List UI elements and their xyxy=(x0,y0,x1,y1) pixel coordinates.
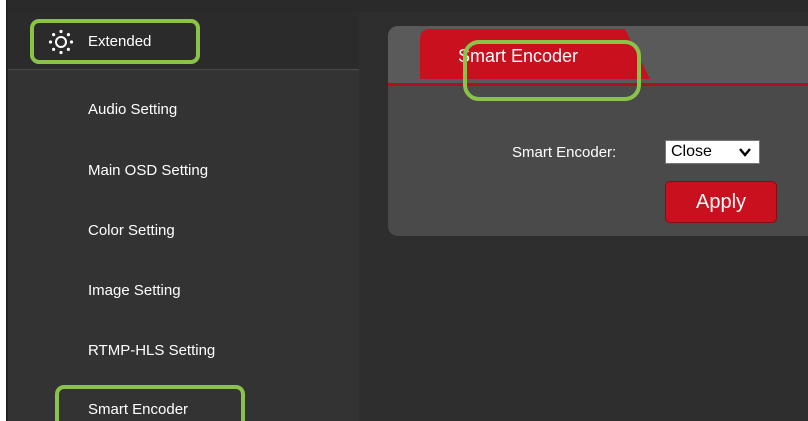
sidebar-item-rtmp-hls-setting[interactable]: RTMP-HLS Setting xyxy=(88,342,215,359)
sidebar-item-audio-setting[interactable]: Audio Setting xyxy=(88,101,177,118)
main-top-strip xyxy=(359,0,808,12)
extended-highlight-outline xyxy=(30,19,200,64)
select-value: Close xyxy=(671,143,712,160)
smart-encoder-highlight-outline xyxy=(55,385,245,421)
settings-panel: Smart Encoder Smart Encoder: Close Apply xyxy=(388,26,808,236)
sidebar-item-image-setting[interactable]: Image Setting xyxy=(88,282,181,299)
sidebar: Extended Audio Setting Main OSD Setting … xyxy=(6,0,361,421)
main-content: Smart Encoder Smart Encoder: Close Apply xyxy=(359,0,808,421)
tab-highlight-outline xyxy=(463,40,641,101)
sidebar-item-main-osd-setting[interactable]: Main OSD Setting xyxy=(88,162,208,179)
chevron-down-icon xyxy=(739,148,751,157)
sidebar-item-color-setting[interactable]: Color Setting xyxy=(88,222,175,239)
sidebar-top-strip xyxy=(8,0,361,12)
apply-button[interactable]: Apply xyxy=(665,181,777,223)
smart-encoder-field-label: Smart Encoder: xyxy=(512,144,617,161)
smart-encoder-select[interactable]: Close xyxy=(665,140,760,164)
